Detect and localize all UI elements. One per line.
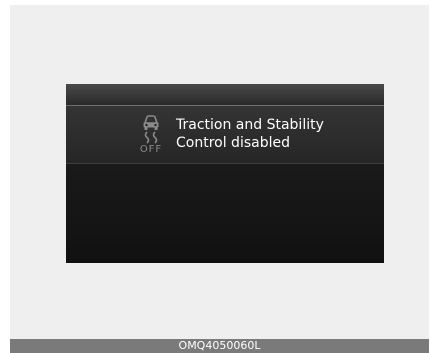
off-label: OFF	[139, 144, 163, 155]
traction-control-off-icon: OFF	[136, 114, 166, 158]
warning-message: Traction and Stability Control disabled	[176, 116, 376, 152]
message-line-1: Traction and Stability	[176, 117, 324, 133]
skidding-car-icon	[143, 115, 159, 144]
message-line-2: Control disabled	[176, 135, 290, 151]
cluster-display: OFF Traction and Stability Control disab…	[66, 84, 384, 263]
figure-code-caption: OMQ4050060L	[10, 339, 429, 353]
display-top-bar	[66, 84, 384, 105]
display-lower-area	[66, 164, 384, 263]
